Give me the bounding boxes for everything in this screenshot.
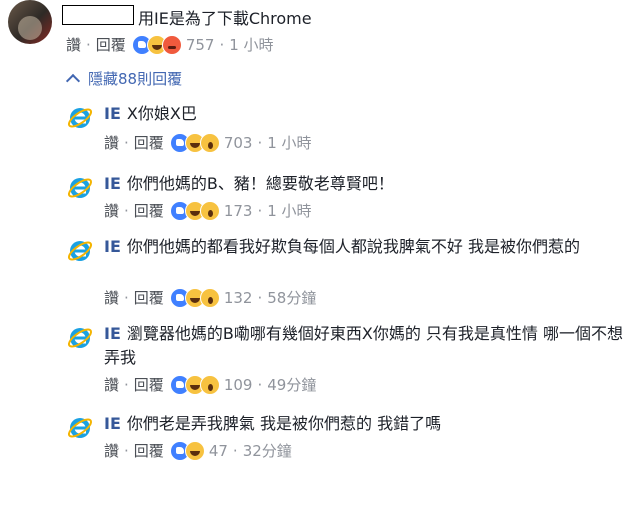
avatar[interactable]	[8, 0, 52, 44]
reply-text: 你們老是弄我脾氣 我是被你們惹的 我錯了嗎	[126, 414, 442, 433]
reply-text: 你們他媽的都看我好欺負每個人都說我脾氣不好 我是被你們惹的	[126, 237, 580, 256]
like-link[interactable]: 讚	[104, 440, 119, 461]
reaction-count[interactable]: 47	[209, 442, 228, 460]
comment-time[interactable]: 1 小時	[229, 34, 273, 55]
like-link[interactable]: 讚	[104, 287, 119, 308]
ie-logo-icon[interactable]	[66, 237, 94, 265]
reply-item: IE 你們他媽的B、豬！總要敬老尊賢吧！ 讚 · 回覆 173 · 1 小時	[66, 172, 632, 228]
reply-body: IE 你們他媽的都看我好欺負每個人都說我脾氣不好 我是被你們惹的	[104, 235, 632, 259]
separator-dot: ·	[257, 375, 263, 394]
separator-dot: ·	[257, 133, 263, 152]
separator-dot: ·	[124, 441, 129, 460]
reply-body: IE 你們老是弄我脾氣 我是被你們惹的 我錯了嗎	[104, 412, 632, 436]
reply-item: IE 你們他媽的都看我好欺負每個人都說我脾氣不好 我是被你們惹的 讚 · 回覆 1…	[66, 235, 632, 313]
like-link[interactable]: 讚	[66, 34, 81, 55]
hide-replies-link[interactable]: 隱藏88則回覆	[65, 68, 183, 89]
reply-link[interactable]: 回覆	[96, 34, 126, 55]
reply-actions: 讚 · 回覆 173 · 1 小時	[104, 200, 312, 221]
reply-link[interactable]: 回覆	[134, 440, 164, 461]
reaction-icons[interactable]	[169, 440, 205, 461]
wow-reaction-icon	[199, 374, 220, 395]
reply-actions: 讚 · 回覆 109 · 49分鐘	[104, 374, 316, 395]
separator-dot: ·	[219, 35, 225, 54]
author-name[interactable]: IE	[104, 237, 121, 256]
author-name[interactable]: IE	[104, 324, 121, 343]
reply-text: 你們他媽的B、豬！總要敬老尊賢吧！	[126, 174, 394, 193]
reaction-count[interactable]: 173	[224, 202, 253, 220]
reply-text: X你娘X巴	[126, 104, 197, 123]
reaction-count[interactable]: 757	[186, 36, 215, 54]
redacted-username	[62, 5, 134, 25]
reply-time[interactable]: 1 小時	[267, 132, 311, 153]
reply-item: IE 瀏覽器他媽的B嘞哪有幾個好東西X你媽的 只有我是真性情 哪一個不想弄我 讚 …	[66, 322, 632, 400]
ie-logo-icon[interactable]	[66, 414, 94, 442]
reaction-count[interactable]: 132	[224, 289, 253, 307]
angry-reaction-icon	[161, 34, 182, 55]
chevron-up-icon	[65, 73, 81, 89]
wow-reaction-icon	[199, 200, 220, 221]
reply-time[interactable]: 32分鐘	[243, 440, 292, 461]
author-name[interactable]: IE	[104, 174, 121, 193]
reply-body: IE X你娘X巴	[104, 102, 632, 126]
reaction-count[interactable]: 109	[224, 376, 253, 394]
haha-reaction-icon	[184, 440, 205, 461]
reply-link[interactable]: 回覆	[134, 200, 164, 221]
hide-replies-label: 隱藏88則回覆	[88, 70, 183, 88]
reply-text: 瀏覽器他媽的B嘞哪有幾個好東西X你媽的 只有我是真性情 哪一個不想弄我	[104, 324, 624, 367]
reply-actions: 讚 · 回覆 47 · 32分鐘	[104, 440, 292, 461]
reaction-icons[interactable]	[169, 374, 220, 395]
reply-body: IE 你們他媽的B、豬！總要敬老尊賢吧！	[104, 172, 632, 196]
separator-dot: ·	[86, 35, 91, 54]
separator-dot: ·	[232, 441, 238, 460]
reply-link[interactable]: 回覆	[134, 287, 164, 308]
reply-body: IE 瀏覽器他媽的B嘞哪有幾個好東西X你媽的 只有我是真性情 哪一個不想弄我	[104, 322, 632, 370]
author-name[interactable]: IE	[104, 104, 121, 123]
separator-dot: ·	[257, 288, 263, 307]
reply-time[interactable]: 1 小時	[267, 200, 311, 221]
separator-dot: ·	[124, 288, 129, 307]
reply-item: IE X你娘X巴 讚 · 回覆 703 · 1 小時	[66, 102, 632, 158]
separator-dot: ·	[257, 201, 263, 220]
reply-time[interactable]: 49分鐘	[267, 374, 316, 395]
reply-item: IE 你們老是弄我脾氣 我是被你們惹的 我錯了嗎 讚 · 回覆 47 · 32分鐘	[66, 412, 632, 468]
like-link[interactable]: 讚	[104, 374, 119, 395]
reply-actions: 讚 · 回覆 132 · 58分鐘	[104, 287, 316, 308]
wow-reaction-icon	[199, 287, 220, 308]
comment-text: 用IE是為了下載Chrome	[138, 9, 312, 28]
reaction-icons[interactable]	[169, 132, 220, 153]
reply-actions: 讚 · 回覆 703 · 1 小時	[104, 132, 312, 153]
reply-time[interactable]: 58分鐘	[267, 287, 316, 308]
author-name[interactable]: IE	[104, 414, 121, 433]
reaction-icons[interactable]	[169, 200, 220, 221]
reaction-icons[interactable]	[131, 34, 182, 55]
separator-dot: ·	[124, 201, 129, 220]
comment-actions: 讚 · 回覆 757 · 1 小時	[66, 34, 274, 55]
like-link[interactable]: 讚	[104, 132, 119, 153]
reply-link[interactable]: 回覆	[134, 374, 164, 395]
ie-logo-icon[interactable]	[66, 324, 94, 352]
ie-logo-icon[interactable]	[66, 174, 94, 202]
reaction-icons[interactable]	[169, 287, 220, 308]
like-link[interactable]: 讚	[104, 200, 119, 221]
wow-reaction-icon	[199, 132, 220, 153]
separator-dot: ·	[124, 133, 129, 152]
reaction-count[interactable]: 703	[224, 134, 253, 152]
ie-logo-icon[interactable]	[66, 104, 94, 132]
top-comment: 用IE是為了下載Chrome 讚 · 回覆 757 · 1 小時	[8, 0, 628, 64]
separator-dot: ·	[124, 375, 129, 394]
reply-link[interactable]: 回覆	[134, 132, 164, 153]
